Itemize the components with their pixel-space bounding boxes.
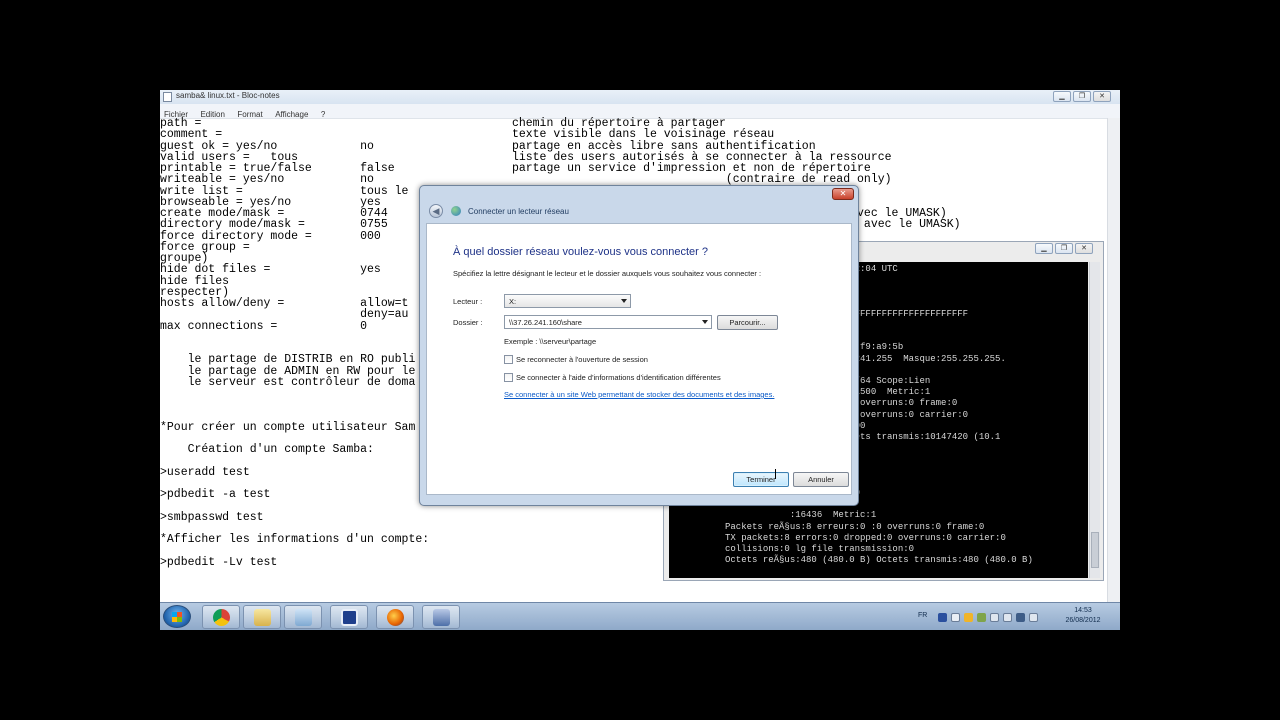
- warning-icon[interactable]: [964, 613, 973, 622]
- other-credentials-checkbox[interactable]: [504, 373, 513, 382]
- cancel-button[interactable]: Annuler: [793, 472, 849, 487]
- dialog-content: À quel dossier réseau voulez-vous vous c…: [426, 223, 852, 495]
- chrome-icon: [213, 609, 230, 626]
- volume-icon[interactable]: [1029, 613, 1038, 622]
- web-storage-link[interactable]: Se connecter à un site Web permettant de…: [504, 390, 774, 399]
- start-button[interactable]: [163, 605, 191, 628]
- close-icon[interactable]: ✕: [832, 188, 854, 200]
- firefox-icon: [387, 609, 404, 626]
- terminal-line: collisions:0 lg file transmission:0: [671, 544, 915, 554]
- folder-label: Dossier :: [453, 318, 483, 327]
- clock-time: 14:53: [1074, 607, 1092, 614]
- other-credentials-label[interactable]: Se connecter à l'aide d'informations d'i…: [516, 373, 721, 382]
- back-arrow-icon[interactable]: ◀: [429, 204, 443, 218]
- notepad-line: Création d'un compte Samba:: [160, 443, 374, 457]
- notepad-scrollbar[interactable]: [1107, 118, 1120, 602]
- dialog-title: Connecter un lecteur réseau: [468, 207, 569, 216]
- reconnect-label[interactable]: Se reconnecter à l'ouverture de session: [516, 355, 648, 364]
- notepad-app-icon: [163, 92, 172, 102]
- close-icon[interactable]: ✕: [1093, 91, 1111, 102]
- chevron-down-icon: [621, 299, 627, 303]
- map-network-drive-dialog: ✕ ◀ Connecter un lecteur réseau À quel d…: [419, 185, 859, 506]
- restore-icon[interactable]: ❐: [1055, 243, 1073, 254]
- file-explorer-icon: [254, 609, 271, 626]
- flag-icon[interactable]: [1003, 613, 1012, 622]
- taskbar-putty[interactable]: [330, 605, 368, 629]
- browse-button[interactable]: Parcourir...: [717, 315, 778, 330]
- taskbar-notepad[interactable]: [284, 605, 322, 629]
- reconnect-checkbox[interactable]: [504, 355, 513, 364]
- minimize-icon[interactable]: ▁: [1053, 91, 1071, 102]
- notepad-line: >smbpasswd test: [160, 510, 264, 524]
- finish-button[interactable]: Terminer: [733, 472, 789, 487]
- notepad-line: *Afficher les informations d'un compte:: [160, 533, 430, 547]
- notepad-line: >pdbedit -Lv test: [160, 555, 278, 569]
- desktop-screen: samba& linux.txt - Bloc-notes ▁ ❐ ✕ Fich…: [160, 90, 1120, 630]
- notepad-line: le serveur est contrôleur de doma: [160, 375, 416, 389]
- network-status-icon[interactable]: [1016, 613, 1025, 622]
- dialog-heading: À quel dossier réseau voulez-vous vous c…: [453, 246, 708, 258]
- terminal-line: Packets reÃ§us:8 erreurs:0 :0 overruns:0…: [671, 521, 985, 532]
- terminal-line: :16436 Metric:1: [671, 510, 877, 521]
- device-icon[interactable]: [990, 613, 999, 622]
- drive-label: Lecteur :: [453, 297, 483, 306]
- taskbar-explorer[interactable]: [243, 605, 281, 629]
- tray-app-icon[interactable]: [977, 613, 986, 622]
- cloud-icon[interactable]: [951, 613, 960, 622]
- minimize-icon[interactable]: ▁: [1035, 243, 1053, 254]
- drive-letter-select[interactable]: X:: [504, 294, 631, 308]
- notepad-line: >pdbedit -a test: [160, 488, 271, 502]
- folder-combobox[interactable]: \\37.26.241.160\share: [504, 315, 712, 329]
- clock[interactable]: 14:53 26/08/2012: [1056, 606, 1110, 626]
- terminal-line: Octets reÃ§us:480 (480.0 B) Octets trans…: [671, 555, 1033, 566]
- tray-app-icon[interactable]: [938, 613, 947, 622]
- taskbar-firefox[interactable]: [376, 605, 414, 629]
- network-drive-icon: [451, 206, 461, 216]
- notepad-titlebar[interactable]: samba& linux.txt - Bloc-notes ▁ ❐ ✕: [160, 90, 1120, 105]
- windows-logo-icon: [172, 612, 182, 622]
- notepad-line: >useradd test: [160, 465, 250, 479]
- terminal-line: TX packets:8 errors:0 dropped:0 overruns…: [671, 532, 1006, 543]
- dialog-instructions: Spécifiez la lettre désignant le lecteur…: [453, 269, 762, 278]
- network-icon: [433, 609, 450, 626]
- notepad-line: *Pour créer un compte utilisateur Sam: [160, 420, 416, 434]
- folder-value: \\37.26.241.160\share: [509, 318, 582, 327]
- notepad-title: samba& linux.txt - Bloc-notes: [176, 91, 280, 100]
- notepad-icon: [295, 609, 312, 626]
- terminal-scroll-thumb[interactable]: [1091, 532, 1099, 568]
- drive-letter-value: X:: [509, 297, 517, 306]
- taskbar: FR 14:53 26/08/2012: [160, 602, 1120, 630]
- restore-icon[interactable]: ❐: [1073, 91, 1091, 102]
- close-icon[interactable]: ✕: [1075, 243, 1093, 254]
- clock-date: 26/08/2012: [1065, 617, 1101, 624]
- notepad-window-controls: ▁ ❐ ✕: [1053, 91, 1111, 102]
- notepad-line: max connections = 0: [160, 319, 368, 333]
- taskbar-network[interactable]: [422, 605, 460, 629]
- terminal-scrollbar[interactable]: [1089, 262, 1100, 578]
- folder-example: Exemple : \\serveur\partage: [504, 337, 597, 346]
- text-cursor-icon: [775, 469, 780, 479]
- putty-icon: [341, 609, 358, 626]
- language-indicator[interactable]: FR: [918, 612, 927, 619]
- terminal-window-controls: ▁ ❐ ✕: [1035, 243, 1093, 254]
- taskbar-chrome[interactable]: [202, 605, 240, 629]
- chevron-down-icon[interactable]: [702, 320, 708, 324]
